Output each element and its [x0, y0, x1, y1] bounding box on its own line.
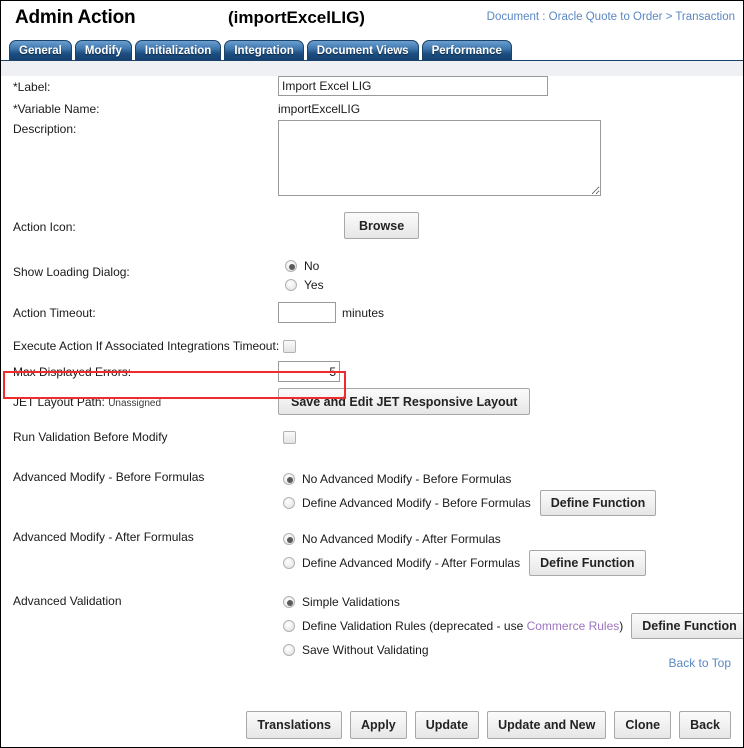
max-displayed-errors-label: Max Displayed Errors: — [13, 365, 132, 379]
radio-simple-validations[interactable]: Simple Validations — [283, 590, 743, 613]
tab-document-views-label: Document Views — [316, 45, 409, 57]
clone-button[interactable]: Clone — [614, 711, 672, 739]
advanced-validation-label: Advanced Validation — [13, 594, 122, 608]
translations-button[interactable]: Translations — [246, 711, 343, 739]
back-to-top-link[interactable]: Back to Top — [669, 656, 731, 670]
page-header: Admin Action (importExcelLIG) Document :… — [1, 1, 743, 37]
tab-modify[interactable]: Modify — [74, 40, 132, 61]
radio-define-advanced-modify-after[interactable]: Define Advanced Modify - After Formulas … — [283, 550, 646, 576]
radio-label-no-advanced-modify-before: No Advanced Modify - Before Formulas — [302, 472, 512, 486]
tab-performance-label: Performance — [431, 45, 502, 57]
advanced-modify-after-label: Advanced Modify - After Formulas — [13, 530, 194, 544]
radio-icon-define-advanced-modify-before[interactable] — [283, 497, 295, 509]
radio-label-save-without-validating: Save Without Validating — [302, 642, 429, 657]
run-validation-before-modify-label: Run Validation Before Modify — [13, 430, 168, 444]
apply-button[interactable]: Apply — [350, 711, 407, 739]
run-validation-before-modify-checkbox[interactable] — [283, 431, 296, 445]
tab-initialization-label: Initialization — [144, 45, 212, 57]
footer-button-bar: Translations Apply Update Update and New… — [1, 711, 743, 739]
radio-label-yes: Yes — [304, 277, 324, 292]
radio-define-advanced-modify-before[interactable]: Define Advanced Modify - Before Formulas… — [283, 490, 657, 516]
tab-integration-label: Integration — [234, 45, 294, 57]
radio-show-loading-yes[interactable]: Yes — [285, 275, 324, 294]
row-description: Description: — [1, 120, 743, 206]
tab-performance[interactable]: Performance — [421, 40, 512, 61]
define-function-button-modify-after[interactable]: Define Function — [529, 550, 646, 576]
radio-label-define-validation-rules: Define Validation Rules (deprecated - us… — [302, 618, 527, 633]
radio-define-validation-rules[interactable]: Define Validation Rules (deprecated - us… — [283, 612, 743, 639]
row-jet-layout-path: JET Layout Path: Unassigned Save and Edi… — [1, 386, 743, 422]
row-back-to-top: Back to Top — [1, 656, 743, 676]
action-timeout-suffix: minutes — [342, 305, 385, 320]
tab-document-views[interactable]: Document Views — [306, 40, 419, 61]
radio-label-define-advanced-modify-after: Define Advanced Modify - After Formulas — [302, 556, 521, 570]
radio-label-no-advanced-modify-after: No Advanced Modify - After Formulas — [302, 532, 501, 546]
jet-layout-path-label: JET Layout Path: — [13, 395, 105, 409]
row-action-icon: Action Icon: Browse — [1, 206, 743, 252]
breadcrumb[interactable]: Document : Oracle Quote to Order > Trans… — [487, 11, 735, 23]
show-loading-dialog-label: Show Loading Dialog: — [13, 265, 130, 279]
form-body: *Label: *Variable Name: importExcelLIG D… — [1, 76, 743, 676]
label-field-label: *Label: — [13, 80, 51, 94]
row-max-displayed-errors: Max Displayed Errors: — [1, 358, 743, 386]
radio-icon-save-without-validating[interactable] — [283, 643, 295, 656]
action-timeout-label: Action Timeout: — [13, 306, 96, 320]
radio-no-advanced-modify-before[interactable]: No Advanced Modify - Before Formulas — [283, 468, 656, 490]
tab-integration[interactable]: Integration — [224, 40, 304, 61]
action-icon-label: Action Icon: — [13, 220, 76, 234]
radio-icon-define-advanced-modify-after[interactable] — [283, 557, 295, 569]
row-show-loading-dialog: Show Loading Dialog: No Yes — [1, 252, 743, 296]
radio-show-loading-no[interactable]: No — [285, 256, 324, 275]
variable-name-label: *Variable Name: — [13, 102, 100, 116]
page-title: Admin Action — [15, 7, 136, 28]
row-run-validation-before-modify: Run Validation Before Modify — [1, 422, 743, 462]
radio-icon-simple-validations[interactable] — [283, 595, 295, 608]
radio-icon-no-advanced-modify-after[interactable] — [283, 533, 295, 545]
back-button[interactable]: Back — [679, 711, 731, 739]
define-function-button-validation[interactable]: Define Function — [631, 612, 743, 639]
execute-action-if-timeout-label: Execute Action If Associated Integration… — [13, 339, 280, 353]
advanced-modify-before-label: Advanced Modify - Before Formulas — [13, 470, 205, 484]
row-execute-action-if-timeout: Execute Action If Associated Integration… — [1, 336, 743, 358]
variable-name-display: (importExcelLIG) — [228, 8, 365, 27]
row-advanced-modify-before: Advanced Modify - Before Formulas No Adv… — [1, 462, 743, 520]
breadcrumb-text[interactable]: Document : Oracle Quote to Order > Trans… — [487, 11, 735, 23]
description-label: Description: — [13, 122, 77, 136]
browse-button[interactable]: Browse — [344, 212, 420, 239]
radio-icon-no-advanced-modify-before[interactable] — [283, 473, 295, 485]
update-and-new-button[interactable]: Update and New — [487, 711, 607, 739]
action-timeout-input[interactable] — [278, 302, 336, 323]
radio-icon-no[interactable] — [285, 259, 297, 272]
variable-name-value: importExcelLIG — [278, 102, 361, 116]
row-variable-name: *Variable Name: importExcelLIG — [1, 100, 743, 120]
radio-label-define-validation-rules-after: ) — [619, 618, 624, 633]
execute-action-if-timeout-checkbox[interactable] — [283, 340, 296, 354]
tab-general[interactable]: General — [9, 40, 72, 61]
max-displayed-errors-input[interactable] — [278, 361, 340, 382]
radio-label-simple-validations: Simple Validations — [302, 594, 400, 609]
save-and-edit-jet-layout-button[interactable]: Save and Edit JET Responsive Layout — [278, 388, 531, 415]
tab-modify-label: Modify — [84, 45, 122, 57]
tab-general-label: General — [19, 45, 62, 57]
define-function-button-modify-before[interactable]: Define Function — [539, 490, 657, 516]
tab-bar: General Modify Initialization Integratio… — [1, 39, 743, 61]
update-button[interactable]: Update — [414, 711, 480, 739]
radio-label-no: No — [304, 258, 320, 273]
radio-icon-yes[interactable] — [285, 278, 297, 291]
admin-action-page: Admin Action (importExcelLIG) Document :… — [0, 0, 744, 748]
jet-layout-path-value: Unassigned — [108, 398, 161, 409]
tab-underline-strip — [1, 60, 743, 76]
row-action-timeout: Action Timeout: minutes — [1, 296, 743, 336]
row-advanced-validation: Advanced Validation Simple Validations D… — [1, 582, 743, 657]
row-advanced-modify-after: Advanced Modify - After Formulas No Adva… — [1, 520, 743, 582]
tab-initialization[interactable]: Initialization — [134, 40, 222, 61]
radio-icon-define-validation-rules[interactable] — [283, 619, 295, 632]
commerce-rules-link[interactable]: Commerce Rules — [527, 619, 620, 633]
description-textarea[interactable] — [278, 120, 601, 196]
row-label: *Label: — [1, 76, 743, 100]
radio-label-define-advanced-modify-before: Define Advanced Modify - Before Formulas — [302, 496, 531, 510]
radio-no-advanced-modify-after[interactable]: No Advanced Modify - After Formulas — [283, 528, 646, 550]
label-input[interactable] — [278, 76, 548, 96]
